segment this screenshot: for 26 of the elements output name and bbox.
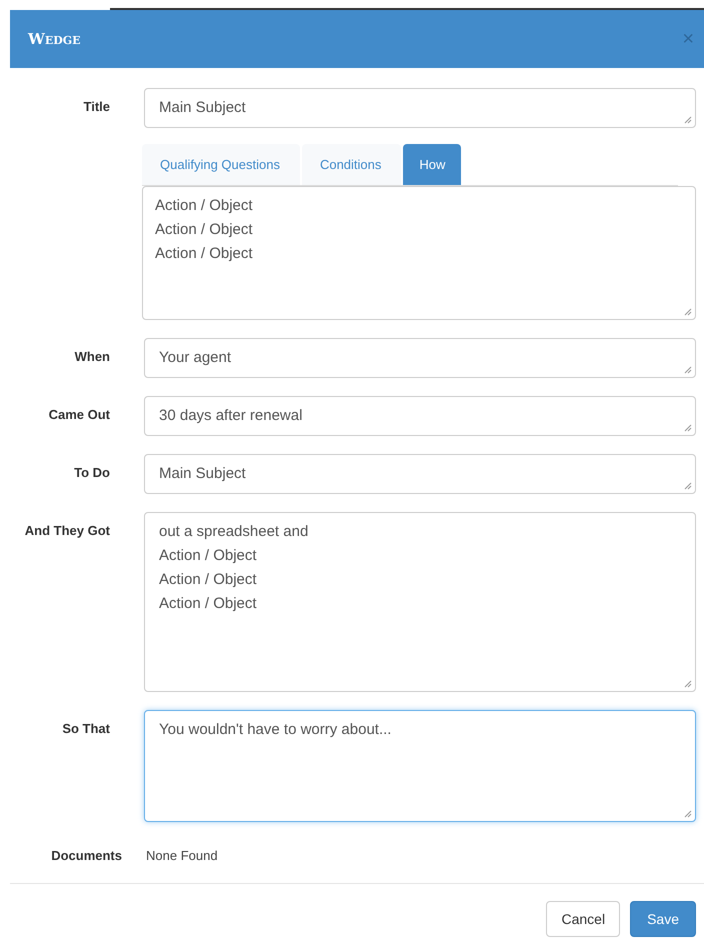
resize-grip-icon[interactable] [684, 482, 692, 490]
resize-grip-icon[interactable] [684, 680, 692, 688]
resize-grip-icon[interactable] [684, 308, 692, 316]
text-area[interactable]: out a spreadsheet and Action / Object Action / Object Action / Object [144, 512, 696, 692]
documents-label: Documents [50, 848, 122, 863]
field-label: When [74, 348, 110, 366]
field-label: To Do [73, 464, 110, 482]
resize-grip-icon[interactable] [684, 424, 692, 432]
text-area[interactable]: You wouldn't have to worry about... [144, 710, 696, 822]
input-field[interactable]: 30 days after renewal [144, 396, 696, 436]
input-field[interactable]: Your agent [144, 338, 696, 378]
documents-value: None Found [145, 848, 219, 863]
field-label: Came Out [48, 406, 110, 424]
dialog-title: Wedge [28, 30, 81, 48]
resize-grip-icon[interactable] [684, 366, 692, 374]
field-label: And They Got [24, 522, 110, 540]
cancel-button[interactable]: Cancel [546, 901, 620, 937]
resize-grip-icon[interactable] [684, 116, 692, 124]
input-field[interactable]: Main Subject [144, 454, 696, 494]
field-label: So That [61, 720, 110, 738]
save-button[interactable]: Save [630, 901, 696, 937]
field-label: Title [82, 98, 110, 116]
input-field[interactable]: Main Subject [144, 88, 696, 128]
tab[interactable]: How [403, 144, 462, 185]
text-area[interactable]: Action / Object Action / Object Action / Object [142, 186, 696, 320]
resize-grip-icon[interactable] [684, 810, 692, 818]
